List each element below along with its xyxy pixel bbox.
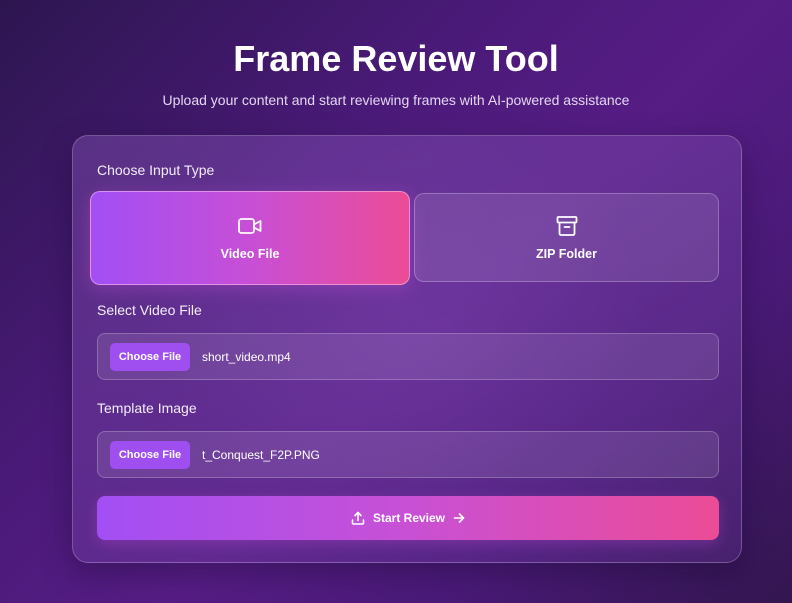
input-type-label: Choose Input Type [97, 162, 215, 178]
page-title: Frame Review Tool [233, 38, 559, 79]
zip-folder-option[interactable]: ZIP Folder [414, 193, 719, 282]
archive-box-icon [556, 215, 578, 237]
start-review-button[interactable]: Start Review [97, 496, 719, 540]
template-choose-file-button[interactable]: Choose File [110, 440, 190, 469]
start-review-label: Start Review [372, 511, 446, 525]
video-file-label: Select Video File [97, 302, 202, 318]
video-camera-icon [238, 215, 262, 237]
video-file-option[interactable]: Video File [90, 191, 410, 285]
page-subtitle: Upload your content and start reviewing … [162, 92, 630, 108]
upload-icon [351, 511, 365, 525]
arrow-right-icon [453, 512, 465, 524]
template-file-name: t_Conquest_F2P.PNG [202, 447, 320, 462]
video-choose-file-button[interactable]: Choose File [110, 342, 190, 371]
upload-card: Choose Input Type Video File ZIP Folder … [72, 135, 742, 563]
video-file-option-label: Video File [220, 247, 280, 261]
template-image-label: Template Image [97, 400, 197, 416]
video-file-name: short_video.mp4 [202, 349, 291, 364]
template-image-input[interactable]: Choose File t_Conquest_F2P.PNG [97, 431, 719, 478]
video-file-input[interactable]: Choose File short_video.mp4 [97, 333, 719, 380]
zip-folder-option-label: ZIP Folder [536, 246, 597, 261]
